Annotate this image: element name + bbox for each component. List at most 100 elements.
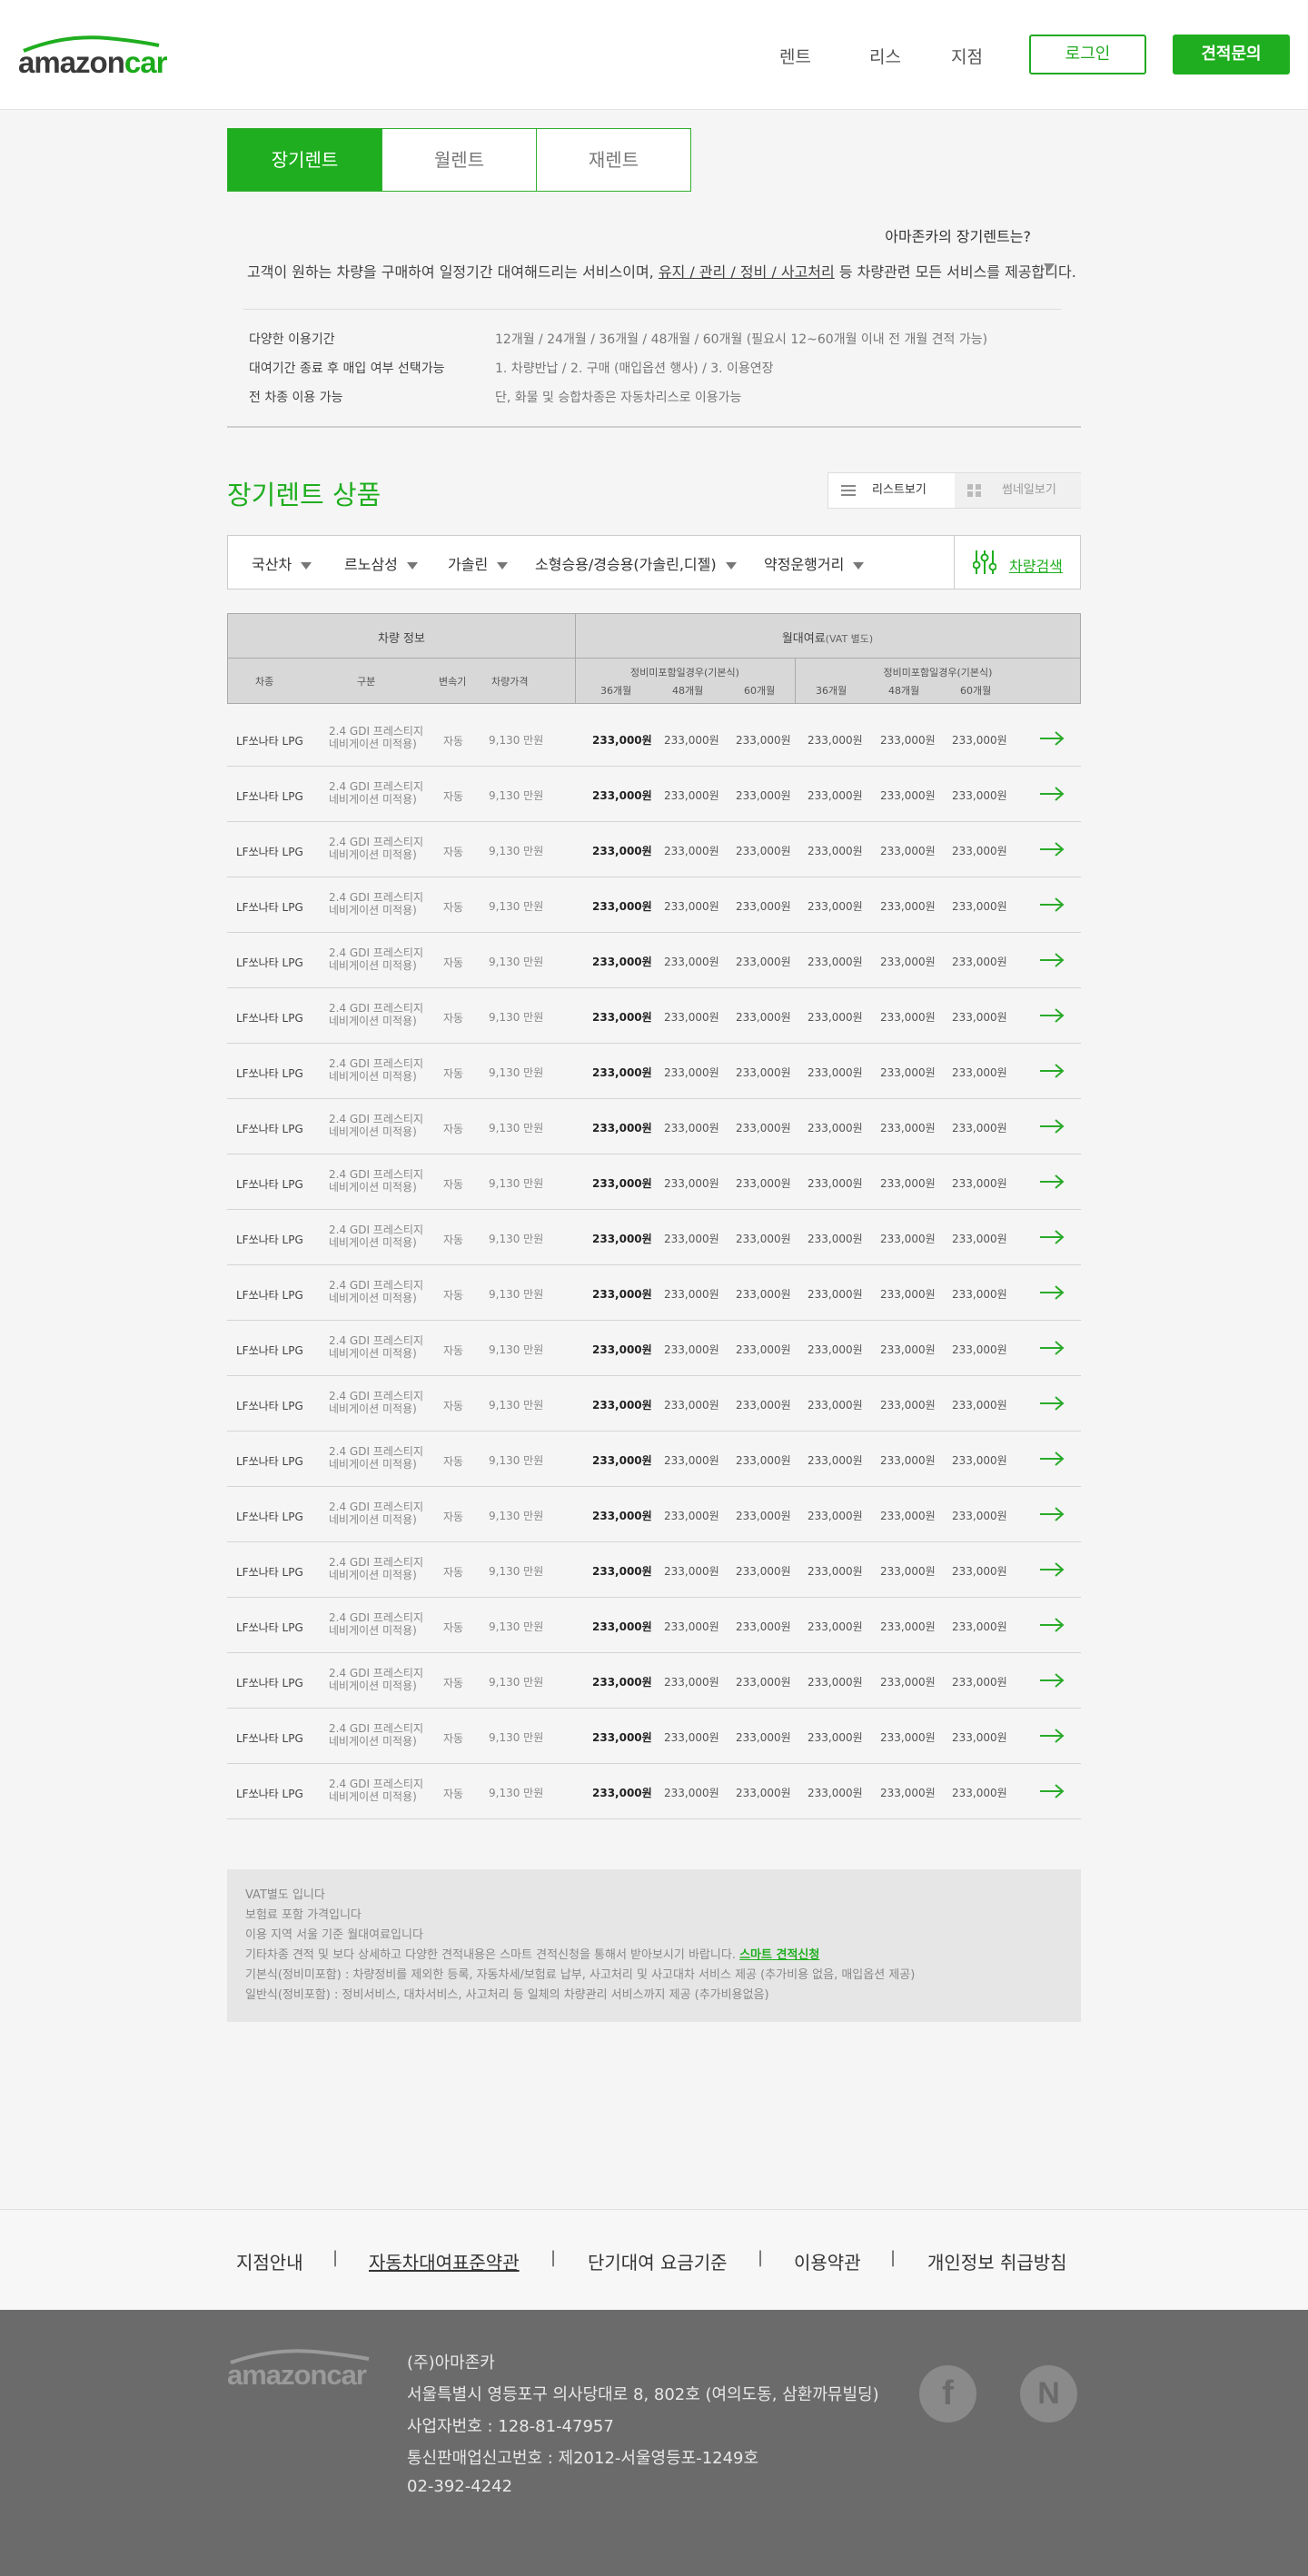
row-fee: 233,000원	[736, 1731, 791, 1744]
table-row[interactable]: LF쏘나타 LPG 2.4 GDI 프레스티지 네비게이션 미적용) 자동 9,130 …	[227, 1099, 1081, 1154]
row-fee: 233,000원	[952, 789, 1007, 802]
row-fee: 233,000원	[592, 1787, 652, 1799]
filter-class-select[interactable]: 소형승용/경승용(가솔린,디젤)	[535, 552, 737, 574]
row-price: 9,130 만원	[489, 1676, 544, 1689]
nav-rent[interactable]: 렌트	[779, 44, 811, 68]
row-fee: 233,000원	[592, 1288, 652, 1301]
row-model: LF쏘나타 LPG	[236, 1455, 303, 1468]
table-row[interactable]: LF쏘나타 LPG 2.4 GDI 프레스티지 네비게이션 미적용) 자동 9,130 …	[227, 1432, 1081, 1487]
row-fee: 233,000원	[808, 1177, 863, 1190]
arrow-right-icon[interactable]	[1038, 1505, 1065, 1523]
arrow-right-icon[interactable]	[1038, 951, 1065, 969]
arrow-right-icon[interactable]	[1038, 1782, 1065, 1800]
vehicle-search-button[interactable]: 차량검색	[973, 549, 1073, 576]
footer-link-branch[interactable]: 지점안내	[236, 2248, 303, 2274]
row-fee: 233,000원	[664, 1233, 719, 1245]
table-row[interactable]: LF쏘나타 LPG 2.4 GDI 프레스티지 네비게이션 미적용) 자동 9,130 …	[227, 1542, 1081, 1598]
table-row[interactable]: LF쏘나타 LPG 2.4 GDI 프레스티지 네비게이션 미적용) 자동 9,130 …	[227, 1321, 1081, 1376]
amazoncar-logo[interactable]: amazoncar	[18, 33, 167, 79]
row-price: 9,130 만원	[489, 1399, 544, 1412]
tab-re-rent[interactable]: 재렌트	[536, 128, 691, 192]
gallery-view-button[interactable]: 썸네일보기	[955, 473, 1081, 508]
table-row[interactable]: LF쏘나타 LPG 2.4 GDI 프레스티지 네비게이션 미적용) 자동 9,130 …	[227, 988, 1081, 1044]
table-row[interactable]: LF쏘나타 LPG 2.4 GDI 프레스티지 네비게이션 미적용) 자동 9,130 …	[227, 1044, 1081, 1099]
arrow-right-icon[interactable]	[1038, 1006, 1065, 1025]
quote-button[interactable]: 견적문의	[1173, 35, 1290, 74]
table-row[interactable]: LF쏘나타 LPG 2.4 GDI 프레스티지 네비게이션 미적용) 자동 9,130 …	[227, 933, 1081, 988]
table-row[interactable]: LF쏘나타 LPG 2.4 GDI 프레스티지 네비게이션 미적용) 자동 9,130 …	[227, 1210, 1081, 1265]
table-row[interactable]: LF쏘나타 LPG 2.4 GDI 프레스티지 네비게이션 미적용) 자동 9,130 …	[227, 1598, 1081, 1653]
facebook-icon[interactable]: f	[919, 2365, 976, 2422]
smart-quote-link[interactable]: 스마트 견적신청	[739, 1948, 819, 1962]
filter-maker-select[interactable]: 르노삼성	[344, 552, 418, 574]
footer-link-short-term-rates[interactable]: 단기대여 요금기준	[588, 2248, 728, 2274]
table-row[interactable]: LF쏘나타 LPG 2.4 GDI 프레스티지 네비게이션 미적용) 자동 9,130 …	[227, 1376, 1081, 1432]
filter-bar: 국산차 르노삼성 가솔린 소형승용/경승용(가솔린,디젤) 약정운행거리 차량검…	[227, 535, 1081, 590]
row-fee: 233,000원	[808, 1011, 863, 1024]
arrow-right-icon[interactable]	[1038, 1228, 1065, 1246]
row-price: 9,130 만원	[489, 845, 544, 857]
table-row[interactable]: LF쏘나타 LPG 2.4 GDI 프레스티지 네비게이션 미적용) 자동 9,130 …	[227, 1653, 1081, 1709]
table-row[interactable]: LF쏘나타 LPG 2.4 GDI 프레스티지 네비게이션 미적용) 자동 9,130 …	[227, 767, 1081, 822]
nav-lease[interactable]: 리스	[869, 44, 901, 68]
arrow-right-icon[interactable]	[1038, 1560, 1065, 1579]
arrow-right-icon[interactable]	[1038, 1394, 1065, 1412]
arrow-right-icon[interactable]	[1038, 1117, 1065, 1135]
footer-link-standard-terms[interactable]: 자동차대여표준약관	[369, 2248, 520, 2274]
table-row[interactable]: LF쏘나타 LPG 2.4 GDI 프레스티지 네비게이션 미적용) 자동 9,130 …	[227, 877, 1081, 933]
tab-long-term-rent[interactable]: 장기렌트	[227, 128, 382, 192]
table-row[interactable]: LF쏘나타 LPG 2.4 GDI 프레스티지 네비게이션 미적용) 자동 9,130 …	[227, 711, 1081, 767]
nav-branch[interactable]: 지점	[951, 44, 983, 68]
footer-link-privacy[interactable]: 개인정보 취급방침	[927, 2248, 1067, 2274]
col-trim: 구분	[357, 676, 376, 688]
table-row[interactable]: LF쏘나타 LPG 2.4 GDI 프레스티지 네비게이션 미적용) 자동 9,130 …	[227, 1265, 1081, 1321]
naver-blog-icon[interactable]: N	[1020, 2365, 1077, 2422]
intro-service-link[interactable]: 유지 / 관리 / 정비 / 사고처리	[659, 263, 835, 281]
arrow-right-icon[interactable]	[1038, 1173, 1065, 1191]
row-fee: 233,000원	[592, 1565, 652, 1578]
arrow-right-icon[interactable]	[1038, 1616, 1065, 1634]
row-fee: 233,000원	[952, 1122, 1007, 1134]
row-fee: 233,000원	[808, 1122, 863, 1134]
filter-fuel-select[interactable]: 가솔린	[448, 552, 509, 574]
grid-icon	[967, 484, 981, 497]
arrow-right-icon[interactable]	[1038, 1283, 1065, 1302]
table-row[interactable]: LF쏘나타 LPG 2.4 GDI 프레스티지 네비게이션 미적용) 자동 9,130 …	[227, 1764, 1081, 1819]
filter-mileage-select[interactable]: 약정운행거리	[764, 552, 865, 574]
arrow-right-icon[interactable]	[1038, 1450, 1065, 1468]
row-fee: 233,000원	[808, 1787, 863, 1799]
row-fee: 233,000원	[592, 1676, 652, 1689]
table-row[interactable]: LF쏘나타 LPG 2.4 GDI 프레스티지 네비게이션 미적용) 자동 9,130 …	[227, 1154, 1081, 1210]
footer-link-terms[interactable]: 이용약관	[794, 2248, 861, 2274]
row-fee: 233,000원	[736, 1011, 791, 1024]
chevron-down-icon	[497, 561, 509, 570]
arrow-right-icon[interactable]	[1038, 1062, 1065, 1080]
row-fee: 233,000원	[808, 734, 863, 747]
row-trim: 2.4 GDI 프레스티지 네비게이션 미적용)	[329, 1334, 423, 1360]
arrow-right-icon[interactable]	[1038, 896, 1065, 914]
arrow-right-icon[interactable]	[1038, 1727, 1065, 1745]
chevron-down-icon	[406, 561, 418, 570]
arrow-right-icon[interactable]	[1038, 729, 1065, 748]
intro-expand-icon[interactable]	[1044, 263, 1055, 272]
row-trim: 2.4 GDI 프레스티지 네비게이션 미적용)	[329, 1667, 423, 1692]
login-button[interactable]: 로그인	[1029, 35, 1146, 74]
arrow-right-icon[interactable]	[1038, 785, 1065, 803]
row-fee: 233,000원	[736, 900, 791, 913]
arrow-right-icon[interactable]	[1038, 1339, 1065, 1357]
table-row[interactable]: LF쏘나타 LPG 2.4 GDI 프레스티지 네비게이션 미적용) 자동 9,130 …	[227, 1709, 1081, 1764]
row-transmission: 자동	[443, 1012, 464, 1025]
filter-origin-select[interactable]: 국산차	[252, 552, 312, 574]
table-row[interactable]: LF쏘나타 LPG 2.4 GDI 프레스티지 네비게이션 미적용) 자동 9,130 …	[227, 1487, 1081, 1542]
row-fee: 233,000원	[664, 1011, 719, 1024]
row-fee: 233,000원	[808, 1620, 863, 1633]
arrow-right-icon[interactable]	[1038, 1671, 1065, 1689]
row-price: 9,130 만원	[489, 1011, 544, 1024]
arrow-right-icon[interactable]	[1038, 840, 1065, 858]
tab-monthly-rent[interactable]: 월렌트	[382, 128, 537, 192]
row-model: LF쏘나타 LPG	[236, 1788, 303, 1800]
site-header: amazoncar 렌트 리스 지점 로그인 견적문의	[0, 0, 1308, 110]
table-row[interactable]: LF쏘나타 LPG 2.4 GDI 프레스티지 네비게이션 미적용) 자동 9,130 …	[227, 822, 1081, 877]
row-fee: 233,000원	[664, 1510, 719, 1522]
list-view-button[interactable]: 리스트보기	[828, 473, 955, 508]
